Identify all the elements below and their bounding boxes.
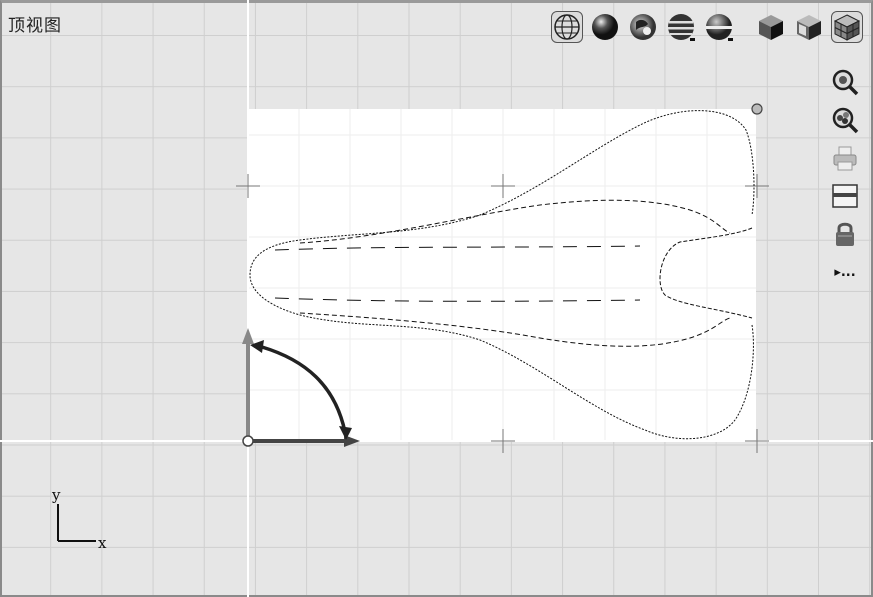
print-icon [833,146,857,171]
axis-triad: y x [51,486,107,552]
striped-sphere-icon [668,14,695,41]
zoom-icon [832,69,859,96]
resize-handle[interactable] [751,103,763,115]
half-sphere-icon [706,14,733,41]
lock-icon [836,222,854,246]
section-button[interactable] [828,181,862,211]
shaded-cube-button[interactable] [793,11,825,43]
zoom-extents-button[interactable] [828,105,862,135]
shaded-sphere-icon [592,14,618,40]
axis-y-label: y [51,486,61,504]
shaded-sphere-button[interactable] [589,11,621,43]
wireframe-globe-button[interactable] [551,11,583,43]
zoom-button[interactable] [828,67,862,97]
render-sphere-icon [630,14,656,40]
view-tools-sidebar: ▸... [825,67,865,287]
gumball-origin[interactable] [242,435,254,447]
display-mode-toolbar [551,9,863,45]
top-view-viewport[interactable]: 顶视图 y x ▸... [0,0,873,597]
solid-cube-icon [759,15,783,40]
half-sphere-button[interactable] [703,11,735,43]
wire-cube-icon [833,14,861,41]
striped-sphere-button[interactable] [665,11,697,43]
canvas[interactable]: y x [0,0,873,597]
more-tools-button[interactable]: ▸... [828,257,862,287]
print-button[interactable] [828,143,862,173]
lock-button[interactable] [828,219,862,249]
solid-cube-button[interactable] [755,11,787,43]
render-sphere-button[interactable] [627,11,659,43]
axis-x-label: x [98,534,107,552]
shaded-cube-icon [797,15,821,40]
zoom-extents-icon [832,107,859,134]
work-plane [248,109,756,441]
wireframe-globe-icon [554,14,580,40]
wire-cube-button[interactable] [831,11,863,43]
section-icon [832,184,858,208]
